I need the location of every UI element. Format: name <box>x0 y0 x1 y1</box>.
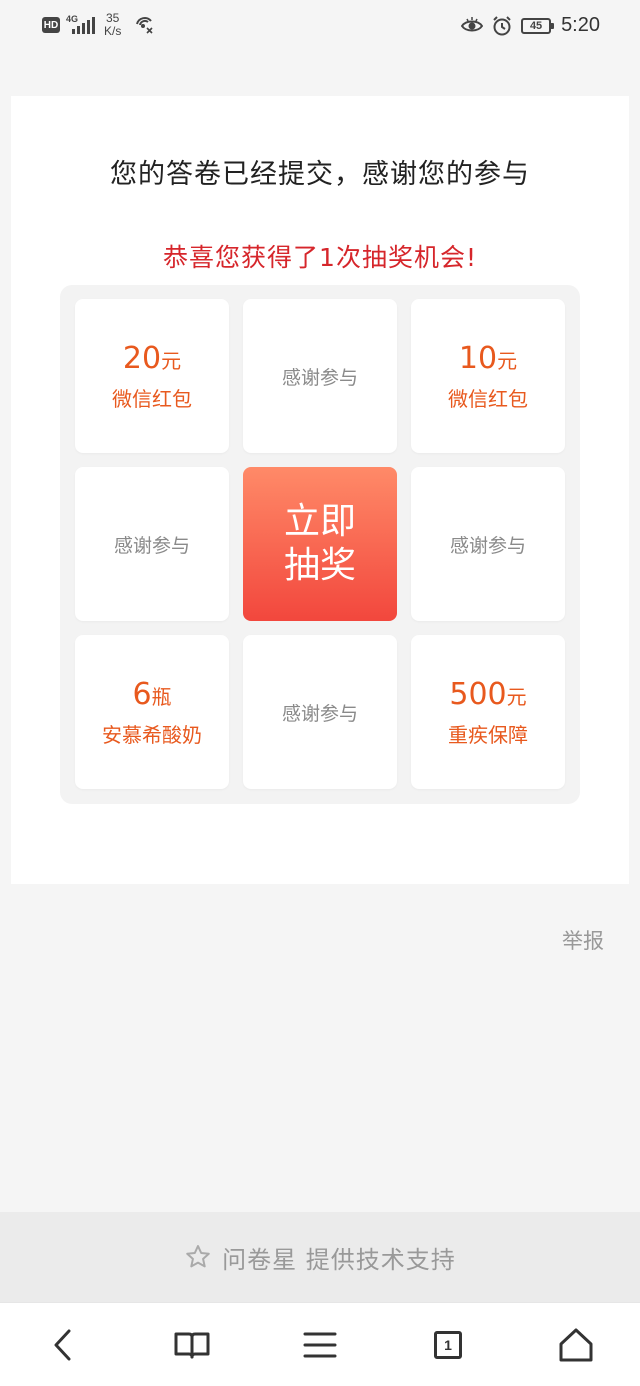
prize-cell-yogurt: 6瓶 安慕希酸奶 <box>75 635 229 789</box>
prize-cell-thanks: 感谢参与 <box>75 467 229 621</box>
report-link[interactable]: 举报 <box>562 925 604 955</box>
prize-cell-insurance: 500元 重疾保障 <box>411 635 565 789</box>
prize-amount: 6瓶 <box>132 676 172 712</box>
clock: 5:20 <box>561 14 600 36</box>
speed-unit: K/s <box>104 24 122 38</box>
battery-level: 45 <box>529 19 543 32</box>
bookmarks-icon[interactable] <box>172 1325 212 1365</box>
prize-cell-wechat-20: 20元 微信红包 <box>75 299 229 453</box>
battery-icon: 45 <box>521 17 555 34</box>
prize-cell-thanks: 感谢参与 <box>243 635 397 789</box>
home-icon[interactable] <box>556 1325 596 1365</box>
prize-amount: 10元 <box>458 340 518 376</box>
prize-thanks-label: 感谢参与 <box>449 534 526 557</box>
tech-support-text: 问卷星 提供技术支持 <box>222 1245 456 1274</box>
browser-nav-bar: 1 <box>0 1302 640 1386</box>
prize-name: 微信红包 <box>112 386 192 411</box>
network-speed: 35 K/s <box>104 12 121 38</box>
tech-support-bar: 问卷星 提供技术支持 <box>0 1212 640 1302</box>
prize-cell-wechat-10: 10元 微信红包 <box>411 299 565 453</box>
draw-button-line1: 立即 <box>283 501 356 542</box>
prize-cell-thanks: 感谢参与 <box>243 299 397 453</box>
draw-button-line2: 抽奖 <box>283 545 356 586</box>
eye-comfort-icon <box>461 16 484 31</box>
prize-thanks-label: 感谢参与 <box>113 534 190 557</box>
prize-name: 微信红包 <box>448 386 528 411</box>
star-icon <box>186 1245 210 1268</box>
tabs-count: 1 <box>434 1331 462 1359</box>
back-icon[interactable] <box>44 1325 84 1365</box>
tabs-icon[interactable]: 1 <box>428 1325 468 1365</box>
prize-name: 安慕希酸奶 <box>102 722 202 747</box>
menu-icon[interactable] <box>300 1325 340 1365</box>
prize-amount: 20元 <box>122 340 182 376</box>
lottery-congrats: 恭喜您获得了1次抽奖机会! <box>163 243 477 272</box>
status-bar: HD 4G 35 K/s 45 5:20 <box>0 0 640 56</box>
signal-icon: 4G <box>66 14 96 36</box>
prize-cell-thanks: 感谢参与 <box>411 467 565 621</box>
prize-thanks-label: 感谢参与 <box>281 366 358 389</box>
prize-thanks-label: 感谢参与 <box>281 702 358 725</box>
hotspot-off-icon <box>136 17 153 34</box>
hd-icon: HD <box>42 17 60 33</box>
prize-amount: 500元 <box>449 676 527 712</box>
prize-name: 重疾保障 <box>448 722 528 747</box>
draw-now-button[interactable]: 立即 抽奖 <box>243 467 397 621</box>
alarm-icon <box>493 15 511 35</box>
submission-thanks: 您的答卷已经提交，感谢您的参与 <box>110 159 530 190</box>
